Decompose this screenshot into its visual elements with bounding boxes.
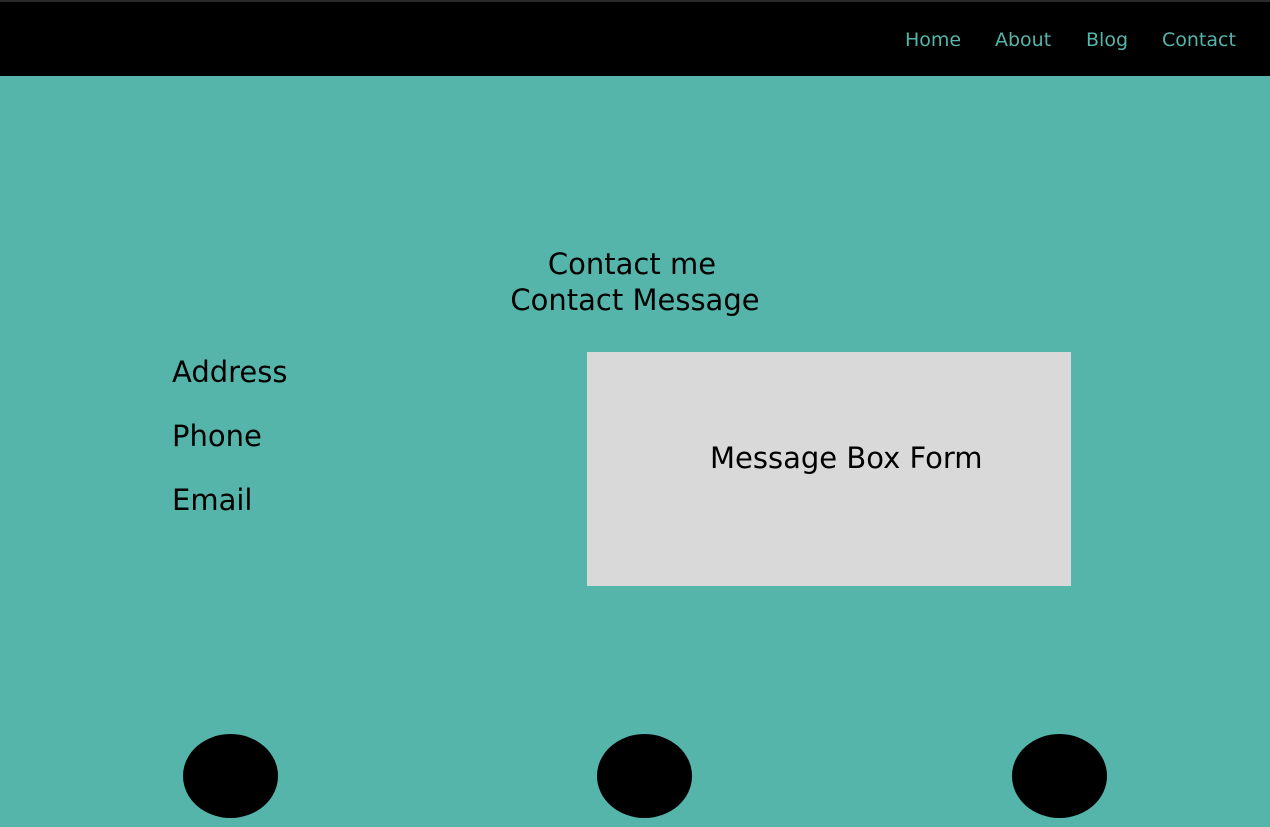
social-icon[interactable] [597, 734, 692, 818]
page-subtitle: Contact Message [510, 283, 760, 317]
social-icon[interactable] [1012, 734, 1107, 818]
page-title: Contact me [547, 247, 717, 281]
nav-link-about[interactable]: About [995, 28, 1051, 52]
address-label: Address [172, 355, 288, 389]
nav-link-home[interactable]: Home [905, 28, 961, 52]
message-box-form[interactable]: Message Box Form [587, 352, 1071, 586]
nav-link-blog[interactable]: Blog [1086, 28, 1128, 52]
social-icon[interactable] [183, 734, 278, 818]
phone-label: Phone [172, 419, 262, 453]
message-box-label: Message Box Form [710, 441, 983, 475]
email-label: Email [172, 483, 253, 517]
nav-link-contact[interactable]: Contact [1162, 28, 1236, 52]
top-nav-bar: Home About Blog Contact [0, 0, 1270, 76]
